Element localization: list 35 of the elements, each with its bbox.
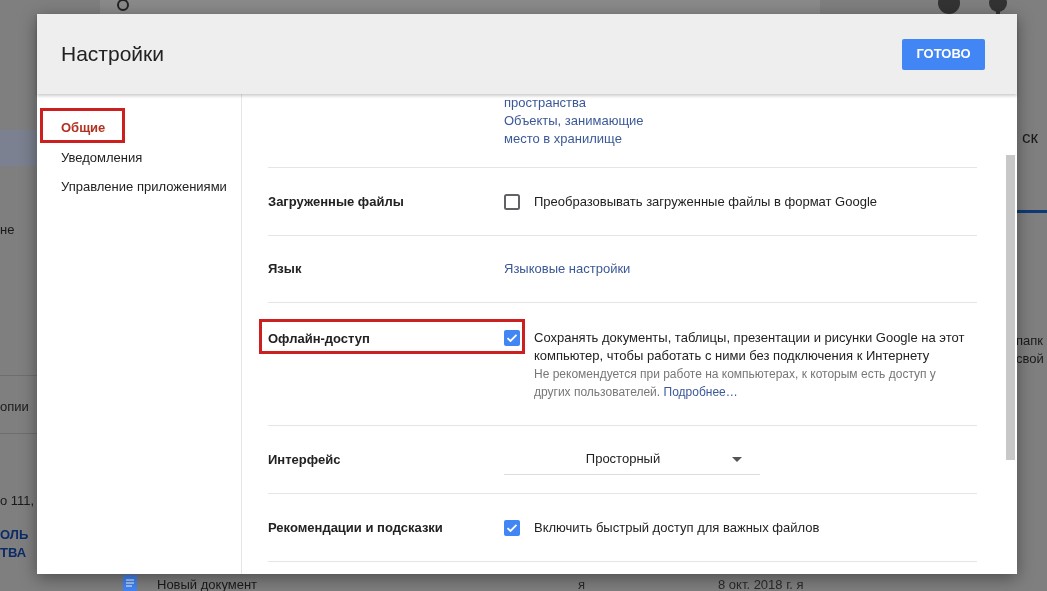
background-text: не — [0, 221, 15, 239]
checkbox[interactable] — [504, 193, 520, 210]
file-modified: 8 окт. 2018 г. я — [718, 576, 804, 591]
search-icon — [116, 0, 130, 14]
density-dropdown[interactable]: Просторный — [504, 444, 760, 475]
storage-link[interactable]: пространства — [504, 94, 664, 112]
nav-item[interactable]: Общие — [61, 120, 106, 135]
checkbox-label: Преобразовывать загруженные файлы в формат Google — [534, 192, 879, 211]
checkbox-label: Сохранять документы, таблицы, презентации и рисунки Google на этот компьютер, чтобы работать с ними без подключения к Интернету — [534, 329, 966, 365]
storage-link[interactable]: Объекты, занимающие место в хранилище — [504, 112, 664, 148]
hint-text: Не рекомендуется при работе на компьютерах, к которым есть доступ у других пользователей. Подробнее… — [534, 366, 937, 401]
done-button[interactable]: ГОТОВО — [902, 38, 985, 70]
background-text: опии — [0, 398, 29, 416]
checkbox[interactable] — [504, 519, 520, 536]
setting-label: Офлайн-доступ — [268, 330, 371, 348]
background-text: папк — [1016, 332, 1043, 350]
setting-label: Загруженные файлы — [268, 192, 405, 211]
checkbox[interactable] — [504, 330, 520, 346]
file-name[interactable]: Новый документ — [157, 575, 258, 591]
setting-label: Интерфейс — [268, 450, 342, 469]
background-text: свой — [1016, 350, 1044, 368]
learn-more-link[interactable]: Подробнее… — [663, 385, 738, 399]
scrollbar-thumb[interactable] — [1006, 155, 1015, 460]
dialog-title: Настройки — [61, 41, 164, 68]
nav-item[interactable]: Уведомления — [61, 149, 143, 165]
file-owner: я — [578, 576, 586, 591]
nav-item[interactable]: Управление приложениями — [61, 179, 227, 194]
setting-label: Язык — [268, 260, 303, 279]
background-text: ск — [1022, 127, 1038, 149]
sidebar-highlight — [0, 130, 37, 166]
language-settings-link[interactable]: Языковые настройки — [504, 259, 631, 279]
checkbox-label: Включить быстрый доступ для важных файлов — [534, 518, 821, 537]
caret-icon — [732, 456, 742, 462]
background-text: о 111, — [0, 492, 35, 510]
setting-label: Рекомендации и подсказки — [268, 518, 444, 537]
